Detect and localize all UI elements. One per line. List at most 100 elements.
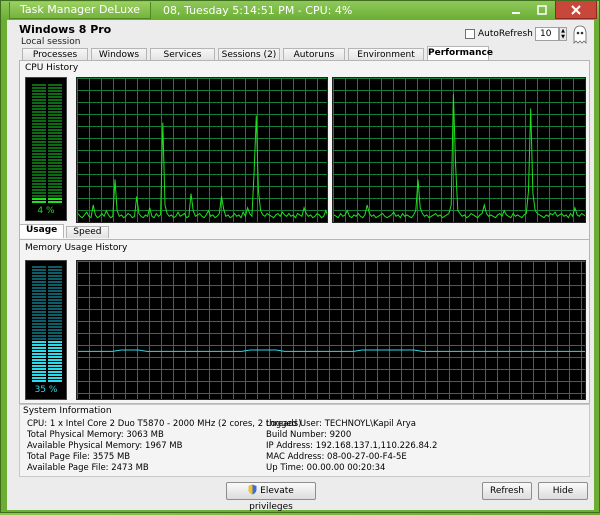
ip-address: IP Address: 192.168.137.1,110.226.84.2 [266,441,438,451]
meter-segment [48,135,62,137]
meter-segment [48,102,62,104]
refresh-button[interactable]: Refresh [482,482,532,500]
cpu-meter-bars [32,84,62,203]
meter-segment [48,293,62,295]
memory-meter-value: 35 % [34,385,58,395]
meter-segment [48,356,62,358]
meter-segment [48,141,62,143]
meter-segment [32,347,46,349]
meter-segment [48,201,62,203]
meter-segment [32,326,46,328]
meter-segment [32,338,46,340]
meter-segment [48,275,62,277]
app-window: Task Manager DeLuxe 08, Tuesday 5:14:51 … [0,0,600,513]
meter-segment [48,326,62,328]
meter-segment [32,323,46,325]
meter-segment [32,135,46,137]
machine-name: Windows 8 Pro [19,23,112,36]
hide-button[interactable]: Hide [538,482,588,500]
meter-segment [48,138,62,140]
autorefresh-toggle[interactable]: AutoRefresh [465,29,533,39]
meter-segment [32,332,46,334]
meter-segment [32,314,46,316]
meter-segment [32,302,46,304]
meter-segment [32,90,46,92]
meter-segment [48,380,62,382]
total-page-file: Total Page File: 3575 MB [27,452,131,462]
cpu-history-panel: CPU History 4 % [19,60,590,240]
meter-segment [32,84,46,86]
meter-segment [32,278,46,280]
meter-segment [48,323,62,325]
meter-segment [32,141,46,143]
meter-segment [48,180,62,182]
meter-segment [48,162,62,164]
minimize-button[interactable] [503,1,529,19]
maximize-icon [537,5,547,15]
title-status: 08, Tuesday 5:14:51 PM - CPU: 4% [163,4,353,17]
meter-segment [48,305,62,307]
meter-segment [32,120,46,122]
meter-segment [48,278,62,280]
meter-segment [32,138,46,140]
meter-segment [48,350,62,352]
total-physical-memory: Total Physical Memory: 3063 MB [27,430,164,440]
close-icon [571,4,581,15]
meter-segment [48,311,62,313]
meter-segment [48,365,62,367]
maximize-button[interactable] [529,1,555,19]
meter-segment [48,132,62,134]
meter-segment [32,266,46,268]
meter-segment [48,341,62,343]
shield-icon [248,484,257,495]
memory-history-panel: Memory Usage History 35 % [19,239,590,404]
refresh-interval-input[interactable]: 10 [535,27,559,41]
meter-segment [32,87,46,89]
tab-speed[interactable]: Speed [66,226,109,238]
meter-segment [48,120,62,122]
interval-spinner-arrows[interactable]: ▲ ▼ [559,27,567,41]
meter-segment [32,290,46,292]
cpu-history-label: CPU History [25,63,79,73]
meter-segment [32,99,46,101]
meter-segment [48,111,62,113]
tab-usage[interactable]: Usage [19,224,65,238]
tab-performance[interactable]: Performance [427,46,493,61]
meter-segment [48,335,62,337]
meter-segment [32,284,46,286]
up-time: Up Time: 00.00.00 00:20:34 [266,463,386,473]
meter-segment [48,269,62,271]
system-info-title: System Information [23,406,112,416]
meter-segment [32,156,46,158]
meter-segment [32,293,46,295]
meter-segment [48,317,62,319]
meter-segment [48,198,62,200]
meter-segment [32,123,46,125]
meter-segment [32,365,46,367]
autorefresh-label: AutoRefresh [478,29,533,39]
meter-segment [48,314,62,316]
meter-segment [32,183,46,185]
meter-segment [32,350,46,352]
elevate-privileges-button[interactable]: Elevate privileges [226,482,316,512]
meter-segment [48,281,62,283]
meter-segment [48,266,62,268]
autorefresh-checkbox[interactable] [465,29,475,39]
meter-segment [48,347,62,349]
meter-segment [32,102,46,104]
memory-usage-meter: 35 % [25,260,67,400]
meter-segment [48,117,62,119]
meter-segment [48,147,62,149]
meter-segment [32,198,46,200]
meter-segment [48,192,62,194]
meter-segment [48,99,62,101]
meter-segment [48,150,62,152]
title-bar[interactable]: Task Manager DeLuxe 08, Tuesday 5:14:51 … [1,1,599,20]
meter-segment [32,177,46,179]
close-button[interactable] [555,1,597,19]
meter-segment [48,368,62,370]
meter-segment [32,132,46,134]
series-line [333,94,585,219]
ghost-icon[interactable] [572,25,588,45]
meter-segment [32,371,46,373]
